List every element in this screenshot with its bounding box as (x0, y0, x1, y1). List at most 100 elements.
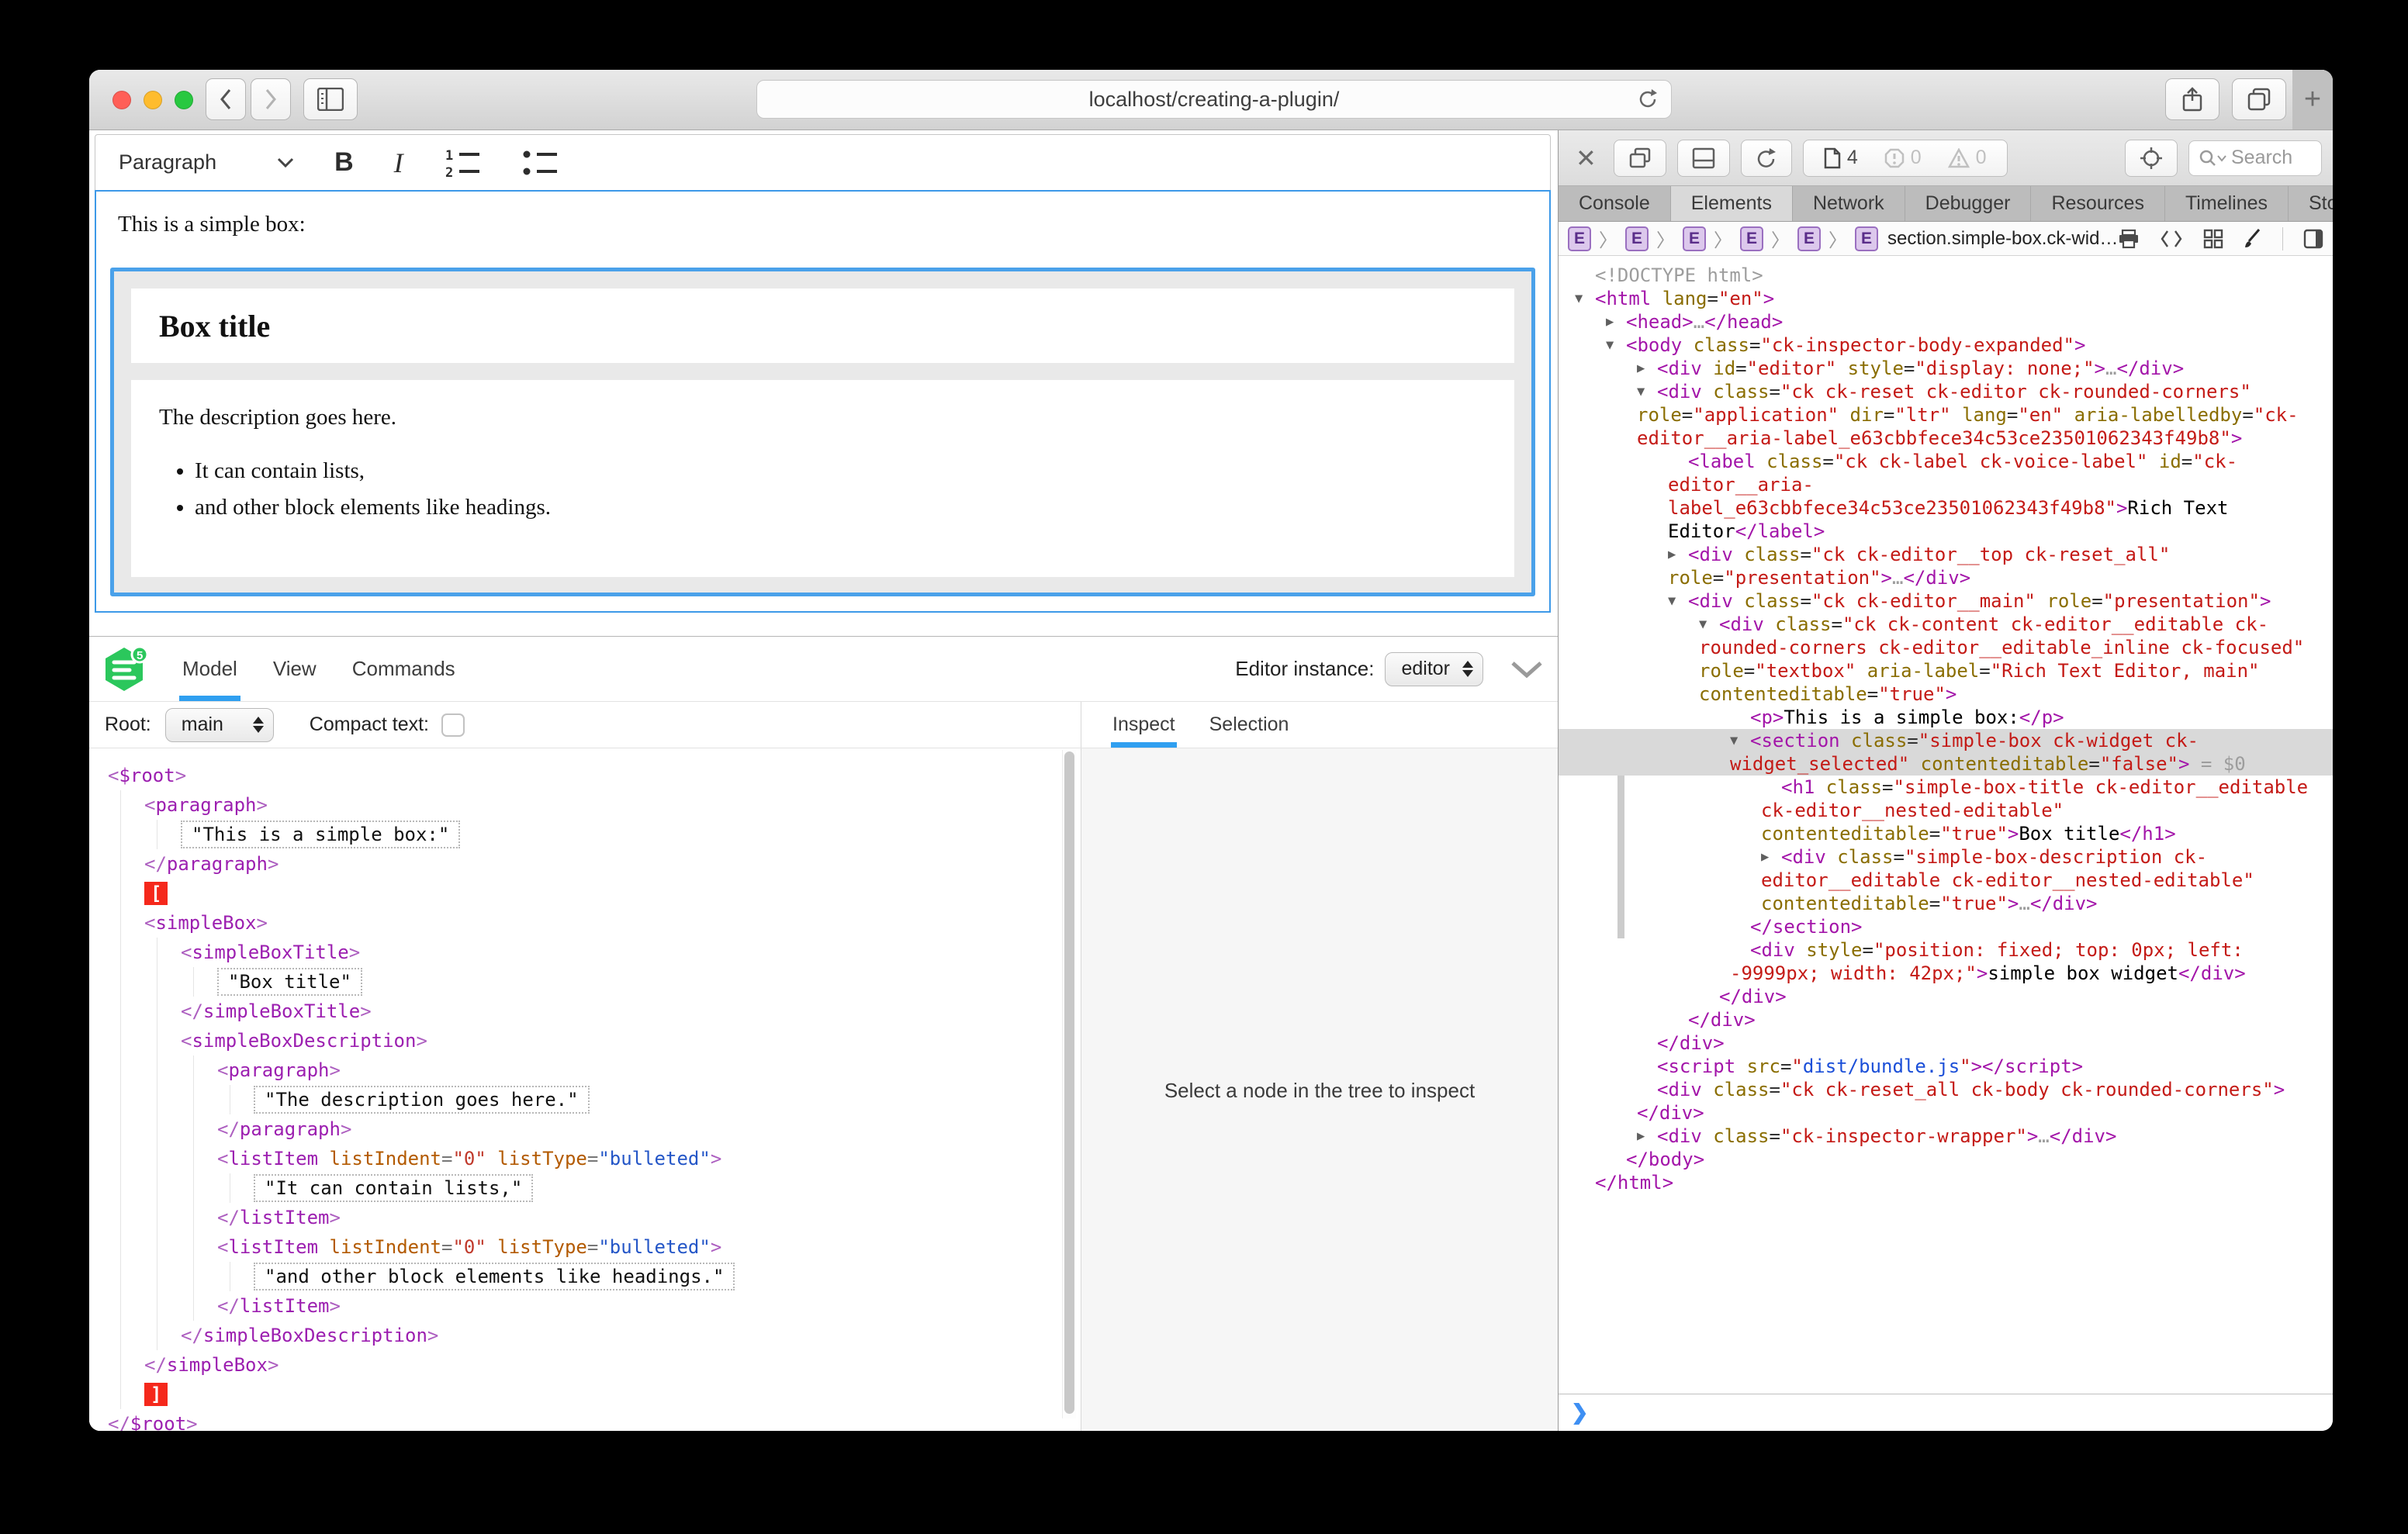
compact-text-checkbox[interactable] (441, 713, 465, 737)
model-element-open-tag[interactable]: <simpleBoxDescription> (181, 1026, 1050, 1055)
dom-tree-row[interactable]: <label class="ck ck-label ck-voice-label… (1559, 450, 2333, 543)
italic-button[interactable]: I (394, 147, 403, 179)
element-picker-button[interactable] (2125, 140, 2178, 177)
dom-tree-row[interactable]: ▼<div class="ck ck-editor__main" role="p… (1559, 589, 2333, 613)
devtools-tab-debugger[interactable]: Debugger (1905, 186, 2032, 221)
breadcrumb-element-badge[interactable]: E (1683, 226, 1706, 251)
close-window-button[interactable] (112, 91, 131, 109)
model-element-open-tag[interactable]: <listItem listIndent="0" listType="bulle… (217, 1232, 1050, 1262)
breadcrumb-element-badge[interactable]: E (1797, 226, 1821, 251)
split-console-button[interactable] (1677, 140, 1730, 177)
code-brackets-icon[interactable] (2160, 230, 2183, 248)
disclosure-open-icon[interactable]: ▼ (1668, 589, 1676, 613)
model-element-open-tag[interactable]: <$root> (108, 761, 1050, 790)
model-element-open-tag[interactable]: <listItem listIndent="0" listType="bulle… (217, 1144, 1050, 1173)
dom-tree-row[interactable]: ▶<div class="ck-inspector-wrapper">…</di… (1559, 1125, 2333, 1148)
disclosure-closed-icon[interactable]: ▶ (1761, 845, 1769, 869)
editor-paragraph[interactable]: This is a simple box: (96, 192, 1549, 237)
model-element-close-tag[interactable]: </$root> (108, 1409, 1050, 1431)
collapse-inspector-icon[interactable] (1510, 660, 1544, 679)
disclosure-closed-icon[interactable]: ▶ (1637, 357, 1645, 380)
disclosure-closed-icon[interactable]: ▶ (1606, 310, 1614, 333)
resource-summary-button[interactable]: 4 0 (1803, 140, 2008, 177)
disclosure-closed-icon[interactable]: ▶ (1637, 1125, 1645, 1148)
model-text-node[interactable]: "It can contain lists," (254, 1173, 1050, 1203)
numbered-list-button[interactable]: 1 2 (444, 147, 481, 178)
dom-tree-row[interactable]: ▼<div class="ck ck-content ck-editor__ed… (1559, 613, 2333, 706)
devtools-tab-network[interactable]: Network (1793, 186, 1905, 221)
dom-tree-row[interactable]: <h1 class="simple-box-title ck-editor__e… (1559, 776, 2333, 845)
tab-overview-button[interactable] (2232, 78, 2286, 120)
sidebar-toggle-button[interactable] (303, 78, 358, 120)
styles-brush-icon[interactable] (2244, 228, 2262, 250)
dom-tree-row[interactable]: </div> (1559, 985, 2333, 1008)
back-button[interactable] (206, 78, 246, 120)
inspector-tab-model[interactable]: Model (182, 637, 237, 701)
model-element-open-tag[interactable]: <paragraph> (217, 1055, 1050, 1085)
devtools-tab-console[interactable]: Console (1559, 186, 1671, 221)
disclosure-closed-icon[interactable]: ▶ (1668, 543, 1676, 566)
model-text-node[interactable]: "This is a simple box:" (181, 820, 1050, 849)
model-element-close-tag[interactable]: </listItem> (217, 1291, 1050, 1321)
model-element-close-tag[interactable]: </paragraph> (144, 849, 1050, 879)
breadcrumb-current[interactable]: section.simple-box.ck-wid… (1887, 228, 2118, 250)
root-select[interactable]: main (165, 708, 274, 742)
minimize-window-button[interactable] (144, 91, 162, 109)
model-text-node[interactable]: "Box title" (217, 967, 1050, 997)
model-element-close-tag[interactable]: </simpleBoxTitle> (181, 997, 1050, 1026)
inspector-side-tab-inspect[interactable]: Inspect (1112, 702, 1175, 748)
simple-box-widget[interactable]: Box title The description goes here. It … (110, 268, 1535, 596)
dom-tree-row[interactable]: ▼<div class="ck ck-reset ck-editor ck-ro… (1559, 380, 2333, 450)
share-button[interactable] (2165, 78, 2219, 120)
dom-tree-row[interactable]: </div> (1559, 1031, 2333, 1055)
model-element-open-tag[interactable]: <paragraph> (144, 790, 1050, 820)
dom-tree-row[interactable]: </section> (1559, 915, 2333, 938)
bulleted-list-button[interactable] (521, 147, 559, 178)
reload-page-button[interactable] (1741, 140, 1792, 177)
disclosure-open-icon[interactable]: ▼ (1699, 613, 1707, 636)
breadcrumb-element-badge[interactable]: E (1855, 226, 1878, 251)
model-element-open-tag[interactable]: <simpleBoxTitle> (181, 938, 1050, 967)
disclosure-open-icon[interactable]: ▼ (1606, 333, 1614, 357)
description-list-item[interactable]: and other block elements like headings. (195, 495, 1486, 520)
breadcrumb-element-badge[interactable]: E (1568, 226, 1591, 251)
dom-tree-row[interactable]: ▶<div class="ck ck-editor__top ck-reset_… (1559, 543, 2333, 589)
devtools-search-field[interactable]: Search (2188, 140, 2322, 176)
dom-tree-row[interactable]: </div> (1559, 1008, 2333, 1031)
grid-icon[interactable] (2203, 229, 2223, 249)
forward-button[interactable] (251, 78, 291, 120)
dom-tree-row[interactable]: <div style="position: fixed; top: 0px; l… (1559, 938, 2333, 985)
model-element-close-tag[interactable]: </simpleBoxDescription> (181, 1321, 1050, 1350)
model-text-node[interactable]: "and other block elements like headings.… (254, 1262, 1050, 1291)
dom-tree-row[interactable]: ▼<body class="ck-inspector-body-expanded… (1559, 333, 2333, 357)
devtools-tab-timelines[interactable]: Timelines (2165, 186, 2289, 221)
description-list-item[interactable]: It can contain lists, (195, 458, 1486, 484)
simple-box-description[interactable]: The description goes here. It can contai… (131, 380, 1514, 577)
model-text-node[interactable]: "The description goes here." (254, 1085, 1050, 1114)
inspector-tab-commands[interactable]: Commands (352, 637, 455, 701)
dom-tree-row[interactable]: </body> (1559, 1148, 2333, 1171)
console-prompt-row[interactable]: ❯ (1559, 1394, 2333, 1431)
bold-button[interactable]: B (334, 147, 354, 178)
inspector-side-tab-selection[interactable]: Selection (1209, 702, 1289, 748)
dom-tree-row[interactable]: <p>This is a simple box:</p> (1559, 706, 2333, 729)
editor-instance-select[interactable]: editor (1385, 652, 1483, 686)
dom-tree-row[interactable]: ▶<div class="simple-box-description ck-e… (1559, 845, 2333, 915)
model-element-close-tag[interactable]: </simpleBox> (144, 1350, 1050, 1380)
disclosure-open-icon[interactable]: ▼ (1575, 287, 1583, 310)
model-element-close-tag[interactable]: </paragraph> (217, 1114, 1050, 1144)
dom-tree-row[interactable]: ▶<head>…</head> (1559, 310, 2333, 333)
model-tree-scrollbar[interactable] (1062, 750, 1076, 1418)
details-sidebar-icon[interactable] (2303, 229, 2323, 249)
devtools-tab-elements[interactable]: Elements (1671, 186, 1793, 221)
model-element-open-tag[interactable]: <simpleBox> (144, 908, 1050, 938)
disclosure-open-icon[interactable]: ▼ (1637, 380, 1645, 403)
reload-icon[interactable] (1637, 88, 1659, 111)
editor-editable[interactable]: This is a simple box: Box title The desc… (95, 190, 1551, 613)
devtools-tab-storage[interactable]: Storage (2289, 186, 2333, 221)
dom-tree-row[interactable]: ▼<section class="simple-box ck-widget ck… (1559, 729, 2333, 776)
dom-tree-row[interactable]: ▶<div id="editor" style="display: none;"… (1559, 357, 2333, 380)
address-bar[interactable]: localhost/creating-a-plugin/ (756, 80, 1672, 119)
dom-tree-row[interactable]: </html> (1559, 1171, 2333, 1194)
dom-tree-row[interactable]: <div class="ck ck-reset_all ck-body ck-r… (1559, 1078, 2333, 1125)
